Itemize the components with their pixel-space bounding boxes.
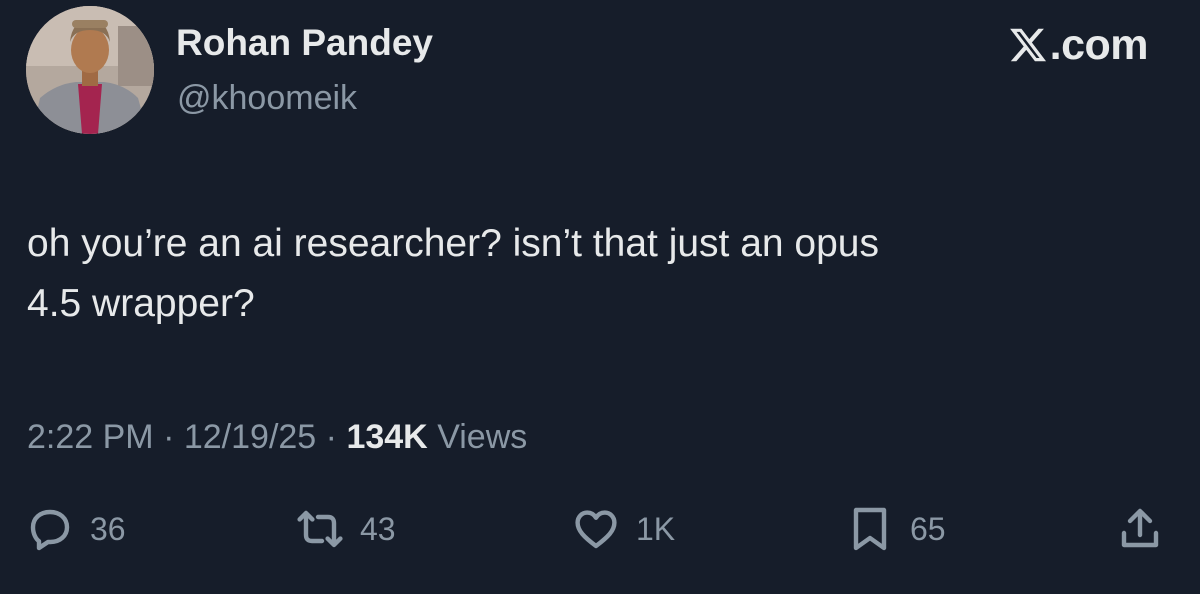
retweet-icon xyxy=(297,510,343,548)
author-handle[interactable]: @khoomeik xyxy=(177,79,357,118)
reply-count: 36 xyxy=(90,510,126,547)
author-name[interactable]: Rohan Pandey xyxy=(176,22,433,64)
share-button[interactable] xyxy=(1116,505,1164,553)
avatar-photo xyxy=(26,6,154,134)
avatar[interactable] xyxy=(26,6,154,134)
tweet-date[interactable]: 12/19/25 xyxy=(184,418,316,456)
meta-separator: · xyxy=(163,418,175,456)
brand-logo: .com xyxy=(1008,20,1149,70)
retweet-count: 43 xyxy=(360,510,396,547)
share-icon xyxy=(1121,508,1159,548)
bookmark-button[interactable]: 65 xyxy=(846,505,946,553)
reply-button[interactable]: 36 xyxy=(26,505,126,553)
heart-icon xyxy=(575,510,617,549)
tweet-time[interactable]: 2:22 PM xyxy=(27,418,154,456)
views-count: 134K xyxy=(346,418,428,456)
like-count: 1K xyxy=(636,510,676,547)
bookmark-icon xyxy=(853,507,887,551)
reply-icon xyxy=(30,509,70,551)
like-button[interactable]: 1K xyxy=(572,505,675,553)
tweet-text: oh you’re an ai researcher? isn’t that j… xyxy=(27,214,1167,334)
action-bar: 36 43 1K 65 xyxy=(0,505,1200,565)
views-label: Views xyxy=(437,418,528,456)
tweet-meta: 2:22 PM · 12/19/25 · 134K Views xyxy=(27,418,527,457)
retweet-button[interactable]: 43 xyxy=(296,505,396,553)
tweet-line: oh you’re an ai researcher? isn’t that j… xyxy=(27,222,880,265)
brand-text: .com xyxy=(1049,21,1149,69)
bookmark-count: 65 xyxy=(910,510,946,547)
meta-separator: · xyxy=(325,418,337,456)
x-logo-icon xyxy=(1009,28,1046,62)
tweet-line: 4.5 wrapper? xyxy=(27,282,255,325)
